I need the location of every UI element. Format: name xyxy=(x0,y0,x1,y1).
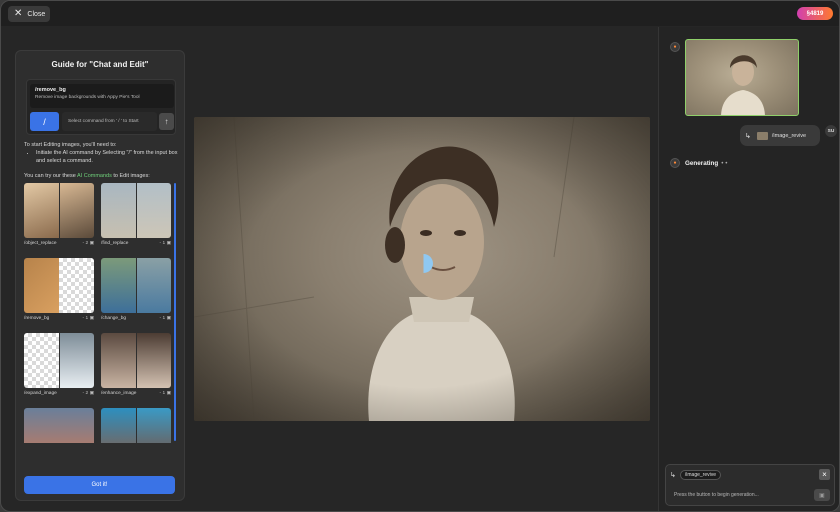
suggestion-command: /remove_bg xyxy=(35,87,66,93)
reply-arrow-icon: ↳ xyxy=(745,132,751,140)
close-label: Close xyxy=(27,10,46,18)
chat-input-box[interactable]: ↳ /image_revive × Press the button to be… xyxy=(665,464,835,506)
card-change-bg[interactable]: /change_bg - 1 ▣ xyxy=(101,258,171,321)
appy-pie-logo-icon: ● xyxy=(670,42,680,52)
status-dots: • • xyxy=(721,160,728,167)
generate-button[interactable]: ▣ xyxy=(814,489,830,501)
try-suffix: to Edit images: xyxy=(111,173,150,179)
instruction-bullet: Initiate the AI command by Selecting "/"… xyxy=(36,149,180,165)
ai-commands-link[interactable]: AI Commands xyxy=(77,173,112,179)
card-name: /enhance_image xyxy=(101,391,137,396)
guide-panel: Guide for "Chat and Edit" /remove_bg Rem… xyxy=(15,50,185,501)
send-arrow-icon[interactable]: ↑ xyxy=(159,113,174,130)
card-name: /expand_image xyxy=(24,391,57,396)
revived-image-result[interactable] xyxy=(685,39,799,116)
card-thumbnail xyxy=(24,258,94,313)
status-text: Generating xyxy=(685,160,719,167)
try-prefix: You can try our these xyxy=(24,173,77,179)
card-name: /remove_bg xyxy=(24,316,50,321)
got-it-button[interactable]: Got it! xyxy=(24,476,175,494)
top-bar: ✕ Close §4819 xyxy=(1,1,839,26)
card-thumbnail xyxy=(101,408,171,443)
card-cost: - 1 ▣ xyxy=(159,316,171,321)
appy-pie-logo-icon: ● xyxy=(670,158,680,168)
card-name: /object_replace xyxy=(24,241,57,246)
card-thumbnail xyxy=(24,408,94,443)
user-command-text: /image_revive xyxy=(771,132,807,139)
command-input[interactable]: Select command from ' / ' to Start xyxy=(62,112,157,131)
intro-text: To start Editing images, you'll need to: xyxy=(24,142,117,148)
guide-title: Guide for "Chat and Edit" xyxy=(51,60,149,69)
clear-command-button[interactable]: × xyxy=(819,469,830,480)
card-object-replace[interactable]: /object_replace - 2 ▣ xyxy=(24,183,94,246)
card-cost: - 2 ▣ xyxy=(82,391,94,396)
user-avatar: SU xyxy=(825,125,837,137)
card-remove-bg[interactable]: /remove_bg - 1 ▣ xyxy=(24,258,94,321)
card-cost: - 1 ▣ xyxy=(82,316,94,321)
card-enhance-image[interactable]: /enhance_image - 1 ▣ xyxy=(101,333,171,396)
command-cards-grid: /object_replace - 2 ▣ /find_replace - 1 ▣ … xyxy=(24,183,174,443)
suggestion-description: Remove image backgrounds with Appy Pie's… xyxy=(35,95,140,100)
input-hint: Press the button to begin generation... xyxy=(674,492,759,498)
loading-spinner-icon xyxy=(414,254,433,273)
card-expand-image[interactable]: /expand_image - 2 ▣ xyxy=(24,333,94,396)
command-tag[interactable]: /image_revive xyxy=(679,470,722,480)
try-commands-text: You can try our these AI Commands to Edi… xyxy=(24,173,180,179)
card-thumbnail xyxy=(101,183,171,238)
command-suggestion[interactable]: /remove_bg Remove image backgrounds with… xyxy=(30,84,174,108)
card-name: /find_replace xyxy=(101,241,129,246)
reply-arrow-icon: ↳ xyxy=(670,472,676,479)
command-tag-row: ↳ /image_revive xyxy=(670,470,722,480)
slash-command-button[interactable]: / xyxy=(30,112,59,131)
card-more-2[interactable] xyxy=(101,408,171,443)
attached-image-thumb xyxy=(756,131,768,140)
card-thumbnail xyxy=(101,258,171,313)
close-button[interactable]: ✕ Close xyxy=(8,6,50,22)
card-cost: - 2 ▣ xyxy=(82,241,94,246)
generating-status: Generating • • xyxy=(685,160,727,167)
x-icon: ✕ xyxy=(14,8,23,19)
portrait-thumbnail xyxy=(721,55,765,115)
guide-scrollbar[interactable] xyxy=(174,183,176,441)
card-thumbnail xyxy=(101,333,171,388)
card-more-1[interactable] xyxy=(24,408,94,443)
command-demo-box: /remove_bg Remove image backgrounds with… xyxy=(26,79,176,135)
app-window: ✕ Close §4819 Guide for "Chat and Edit" … xyxy=(0,0,840,512)
user-command-message: ↳ /image_revive xyxy=(740,125,820,146)
card-name: /change_bg xyxy=(101,316,127,321)
card-cost: - 1 ▣ xyxy=(159,391,171,396)
card-thumbnail xyxy=(24,333,94,388)
credits-badge[interactable]: §4819 xyxy=(797,7,833,20)
card-cost: - 1 ▣ xyxy=(159,241,171,246)
guide-instructions: To start Editing images, you'll need to:… xyxy=(24,141,180,165)
card-find-replace[interactable]: /find_replace - 1 ▣ xyxy=(101,183,171,246)
card-thumbnail xyxy=(24,183,94,238)
